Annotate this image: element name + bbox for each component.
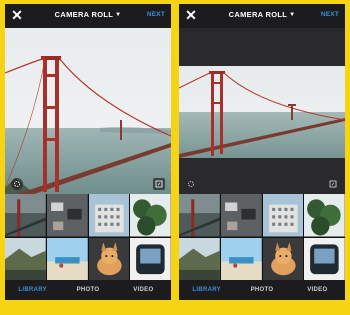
bridge-photo [179, 66, 345, 158]
bridge-photo [5, 28, 171, 194]
photo-grid [179, 194, 345, 280]
phone-screen-right: ✕ CAMERA ROLL ▼ NEXT LIBRARY PHOTO VIDEO [179, 4, 345, 300]
photo-thumbnail[interactable] [5, 194, 46, 237]
photo-thumbnail[interactable] [304, 237, 345, 280]
photo-thumbnail[interactable] [179, 237, 220, 280]
photo-thumbnail[interactable] [130, 237, 171, 280]
album-title: CAMERA ROLL [54, 10, 114, 19]
next-button[interactable]: NEXT [321, 11, 339, 18]
tab-photo[interactable]: PHOTO [234, 280, 289, 300]
photo-thumbnail[interactable] [88, 194, 130, 237]
photo-preview[interactable] [179, 28, 345, 194]
photo-thumbnail[interactable] [220, 237, 262, 280]
source-tabs: LIBRARY PHOTO VIDEO [5, 280, 171, 300]
photo-thumbnail[interactable] [179, 194, 220, 237]
album-title: CAMERA ROLL [228, 10, 288, 19]
chevron-down-icon: ▼ [115, 12, 122, 18]
photo-thumbnail[interactable] [220, 194, 262, 237]
top-bar: ✕ CAMERA ROLL ▼ NEXT [179, 4, 345, 28]
photo-thumbnail[interactable] [46, 194, 88, 237]
tab-video[interactable]: VIDEO [290, 280, 345, 300]
phone-screen-left: ✕ CAMERA ROLL ▼ NEXT LIBRARY PHOTO VIDEO [5, 4, 171, 300]
crop-toggle-icon[interactable] [11, 178, 23, 190]
tab-video[interactable]: VIDEO [116, 280, 171, 300]
photo-thumbnail[interactable] [5, 237, 46, 280]
photo-thumbnail[interactable] [88, 237, 130, 280]
tab-library[interactable]: LIBRARY [179, 280, 234, 300]
photo-thumbnail[interactable] [262, 237, 304, 280]
tab-photo[interactable]: PHOTO [60, 280, 115, 300]
top-bar: ✕ CAMERA ROLL ▼ NEXT [5, 4, 171, 28]
crop-toggle-icon[interactable] [185, 178, 197, 190]
expand-icon[interactable] [327, 178, 339, 190]
photo-thumbnail[interactable] [304, 194, 345, 237]
photo-thumbnail[interactable] [130, 194, 171, 237]
source-tabs: LIBRARY PHOTO VIDEO [179, 280, 345, 300]
expand-icon[interactable] [153, 178, 165, 190]
chevron-down-icon: ▼ [289, 12, 296, 18]
next-button[interactable]: NEXT [147, 11, 165, 18]
photo-preview[interactable] [5, 28, 171, 194]
photo-thumbnail[interactable] [46, 237, 88, 280]
photo-thumbnail[interactable] [262, 194, 304, 237]
photo-grid [5, 194, 171, 280]
tab-library[interactable]: LIBRARY [5, 280, 60, 300]
